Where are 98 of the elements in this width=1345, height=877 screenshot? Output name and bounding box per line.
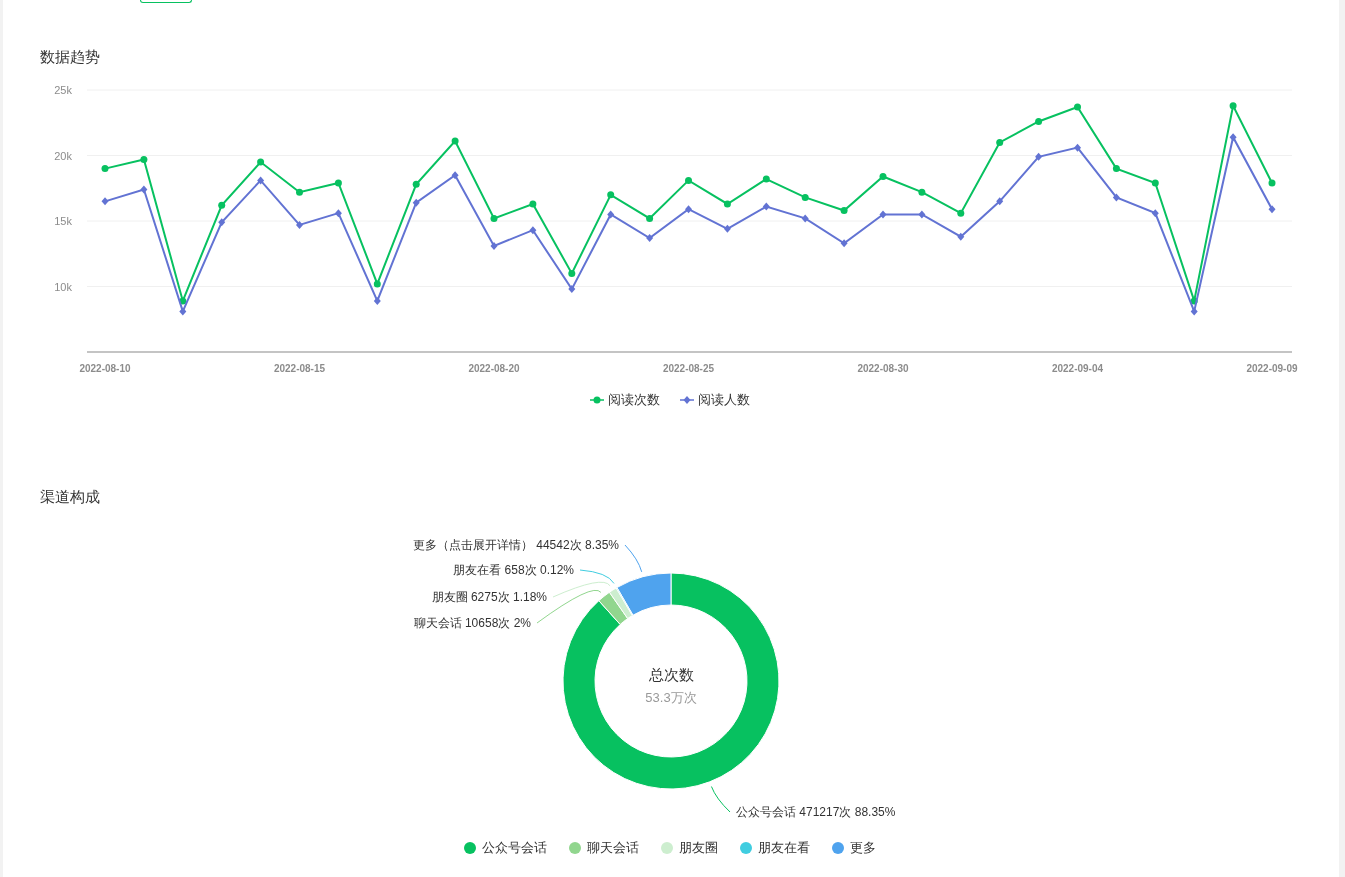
data-point	[140, 155, 148, 163]
data-point	[801, 193, 809, 201]
legend-item[interactable]: 公众号会话	[463, 839, 547, 857]
data-point	[1112, 193, 1120, 202]
data-point	[723, 200, 731, 208]
data-point	[1190, 307, 1198, 316]
data-point	[879, 172, 887, 180]
leader-line	[624, 544, 643, 573]
legend-marker-icon	[589, 396, 604, 404]
data-point	[257, 158, 265, 166]
data-point	[1151, 209, 1159, 218]
data-point	[568, 285, 576, 294]
data-point	[1112, 165, 1120, 173]
donut-slice[interactable]	[562, 572, 780, 790]
legend-item[interactable]: 阅读人数	[679, 391, 750, 409]
legend-item[interactable]: 朋友圈	[660, 839, 718, 857]
data-point	[140, 185, 148, 194]
data-point	[957, 232, 965, 241]
x-axis-label: 2022-09-04	[1051, 363, 1104, 374]
data-point	[373, 296, 381, 305]
slice-label: 朋友圈 6275次 1.18%	[431, 590, 547, 604]
data-point	[918, 188, 926, 196]
data-point	[412, 198, 420, 207]
data-point	[179, 297, 187, 305]
data-point	[840, 207, 848, 214]
data-point	[296, 188, 303, 196]
x-axis-label: 2022-08-30	[857, 363, 909, 374]
data-point	[218, 201, 226, 209]
slice-label: 更多（点击展开详情） 44542次 8.35%	[412, 538, 619, 552]
legend-item[interactable]: 聊天会话	[568, 839, 639, 857]
x-axis-label: 2022-08-15	[273, 363, 326, 374]
data-point	[879, 210, 887, 219]
data-point	[957, 209, 965, 217]
data-point	[334, 209, 342, 218]
legend-item[interactable]: 朋友在看	[739, 839, 810, 857]
data-point	[801, 214, 809, 223]
data-point	[334, 179, 342, 187]
data-point	[1074, 143, 1081, 152]
data-point	[101, 165, 109, 173]
data-point	[607, 210, 615, 219]
data-point	[646, 214, 654, 222]
data-point	[451, 137, 459, 145]
data-point	[373, 280, 381, 288]
data-point	[101, 197, 109, 206]
data-point	[1229, 102, 1237, 110]
slice-label: 聊天会话 10658次 2%	[413, 616, 531, 630]
data-point	[1074, 103, 1081, 111]
data-point	[918, 210, 926, 219]
data-point	[1035, 117, 1043, 125]
donut-slice[interactable]	[615, 587, 634, 616]
data-point	[529, 226, 537, 235]
legend-marker-icon	[679, 396, 694, 404]
data-point	[218, 218, 226, 227]
data-point	[412, 180, 420, 188]
y-axis-label: 20k	[54, 149, 72, 162]
data-point	[1035, 152, 1043, 161]
data-point	[490, 241, 498, 250]
slice-label: 公众号会话 471217次 88.35%	[736, 805, 896, 819]
data-point	[179, 307, 187, 316]
data-point	[1229, 133, 1237, 142]
data-point	[685, 205, 692, 214]
data-point	[1190, 297, 1198, 305]
data-point	[529, 200, 537, 208]
data-point	[762, 175, 770, 183]
legend-item[interactable]: 阅读次数	[589, 391, 660, 409]
y-axis-label: 15k	[54, 215, 72, 227]
center-title: 总次数	[648, 666, 694, 683]
data-point	[490, 214, 498, 222]
data-point	[996, 197, 1004, 206]
legend-item[interactable]: 更多	[831, 839, 876, 857]
x-axis-label: 2022-08-25	[662, 363, 715, 374]
donut-slice[interactable]	[598, 591, 629, 625]
outlined-pill-button[interactable]	[140, 0, 192, 3]
data-point	[257, 176, 265, 185]
x-axis-label: 2022-08-20	[468, 363, 520, 374]
center-value: 53.3万次	[645, 690, 697, 705]
y-axis-label: 10k	[54, 280, 72, 293]
data-point	[1268, 205, 1276, 214]
donut-slice[interactable]	[616, 572, 672, 616]
y-axis-label: 25k	[54, 84, 72, 96]
section-title: 渠道构成	[40, 487, 101, 507]
data-point	[996, 138, 1004, 146]
data-point	[451, 171, 459, 180]
leader-line	[710, 786, 731, 813]
x-axis-label: 2022-09-09	[1246, 363, 1298, 374]
section-title: 数据趋势	[40, 47, 101, 67]
data-point	[685, 176, 692, 184]
data-point	[646, 234, 654, 243]
slice-label: 朋友在看 658次 0.12%	[453, 563, 574, 577]
data-point	[840, 239, 848, 248]
data-point	[1151, 179, 1159, 187]
data-point	[568, 269, 576, 277]
data-point	[296, 220, 303, 229]
data-point	[762, 202, 770, 211]
data-point	[1268, 179, 1276, 187]
data-point	[723, 224, 731, 233]
data-point	[607, 191, 615, 199]
x-axis-label: 2022-08-10	[79, 363, 131, 374]
